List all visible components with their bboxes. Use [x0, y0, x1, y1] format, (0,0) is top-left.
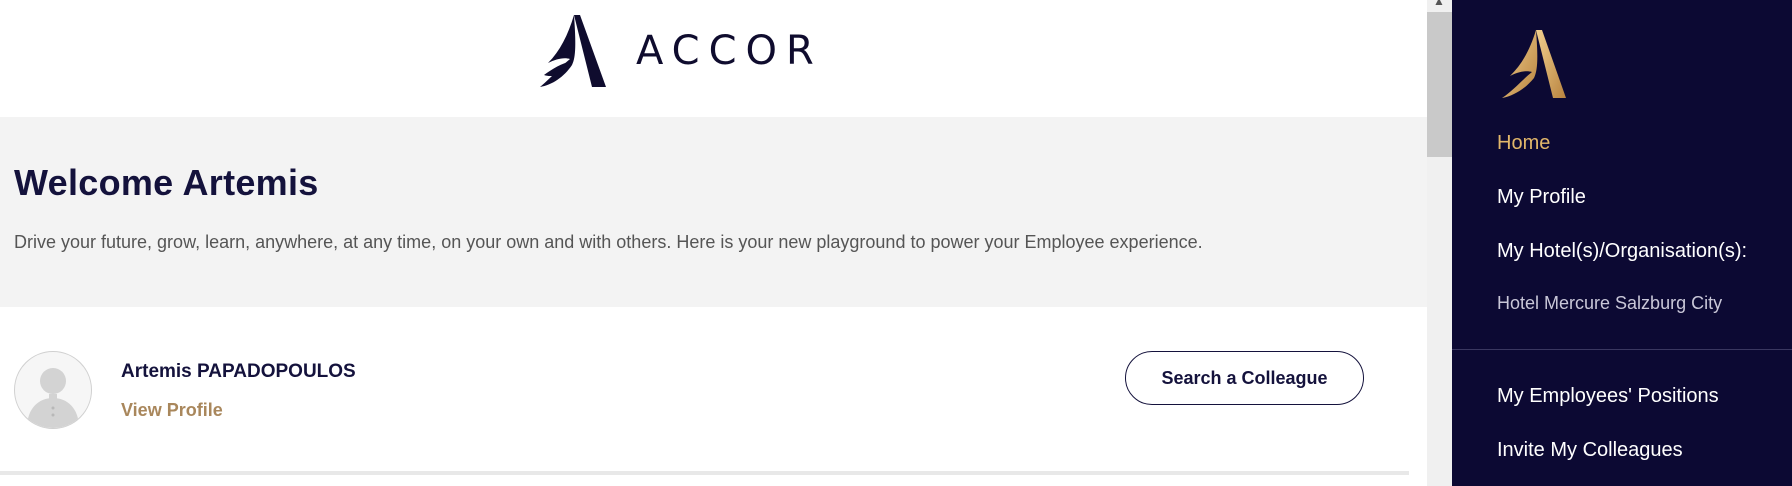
user-name: Artemis PAPADOPOULOS [121, 361, 356, 382]
scrollbar[interactable]: ▲ [1427, 0, 1452, 486]
accor-gold-logo[interactable] [1500, 28, 1568, 105]
view-profile-link[interactable]: View Profile [121, 400, 223, 421]
accor-logo[interactable]: ACCOR [538, 13, 823, 88]
avatar[interactable] [14, 351, 92, 429]
side-menu: Home My Profile My Hotel(s)/Organisation… [1452, 0, 1792, 486]
welcome-description: Drive your future, grow, learn, anywhere… [14, 232, 1203, 252]
nav-item-home[interactable]: Home [1497, 132, 1550, 155]
brand-wordmark: ACCOR [636, 27, 823, 74]
search-colleague-button[interactable]: Search a Colleague [1125, 351, 1364, 405]
nav-item-my-profile[interactable]: My Profile [1497, 186, 1586, 209]
scrollbar-thumb[interactable] [1427, 12, 1452, 157]
page-title: Welcome Artemis [14, 162, 319, 203]
page-header: ACCOR [0, 0, 1427, 117]
scroll-up-arrow-icon[interactable]: ▲ [1433, 0, 1445, 7]
welcome-banner: Welcome Artemis Drive your future, grow,… [0, 117, 1427, 307]
nav-item-my-hotels[interactable]: My Hotel(s)/Organisation(s): [1497, 240, 1747, 263]
accor-mark-icon [540, 15, 606, 87]
nav-item-hotel-mercure[interactable]: Hotel Mercure Salzburg City [1497, 293, 1722, 314]
profile-card: Artemis PAPADOPOULOS View Profile Search… [0, 307, 1409, 475]
nav-item-invite-colleagues[interactable]: Invite My Colleagues [1497, 439, 1683, 462]
user-silhouette-icon [27, 368, 79, 428]
nav-item-employees-positions[interactable]: My Employees' Positions [1497, 385, 1719, 408]
main-content: ACCOR Welcome Artemis Drive your future,… [0, 0, 1427, 486]
accor-gold-mark-icon [1502, 30, 1566, 98]
nav-divider [1452, 349, 1792, 350]
